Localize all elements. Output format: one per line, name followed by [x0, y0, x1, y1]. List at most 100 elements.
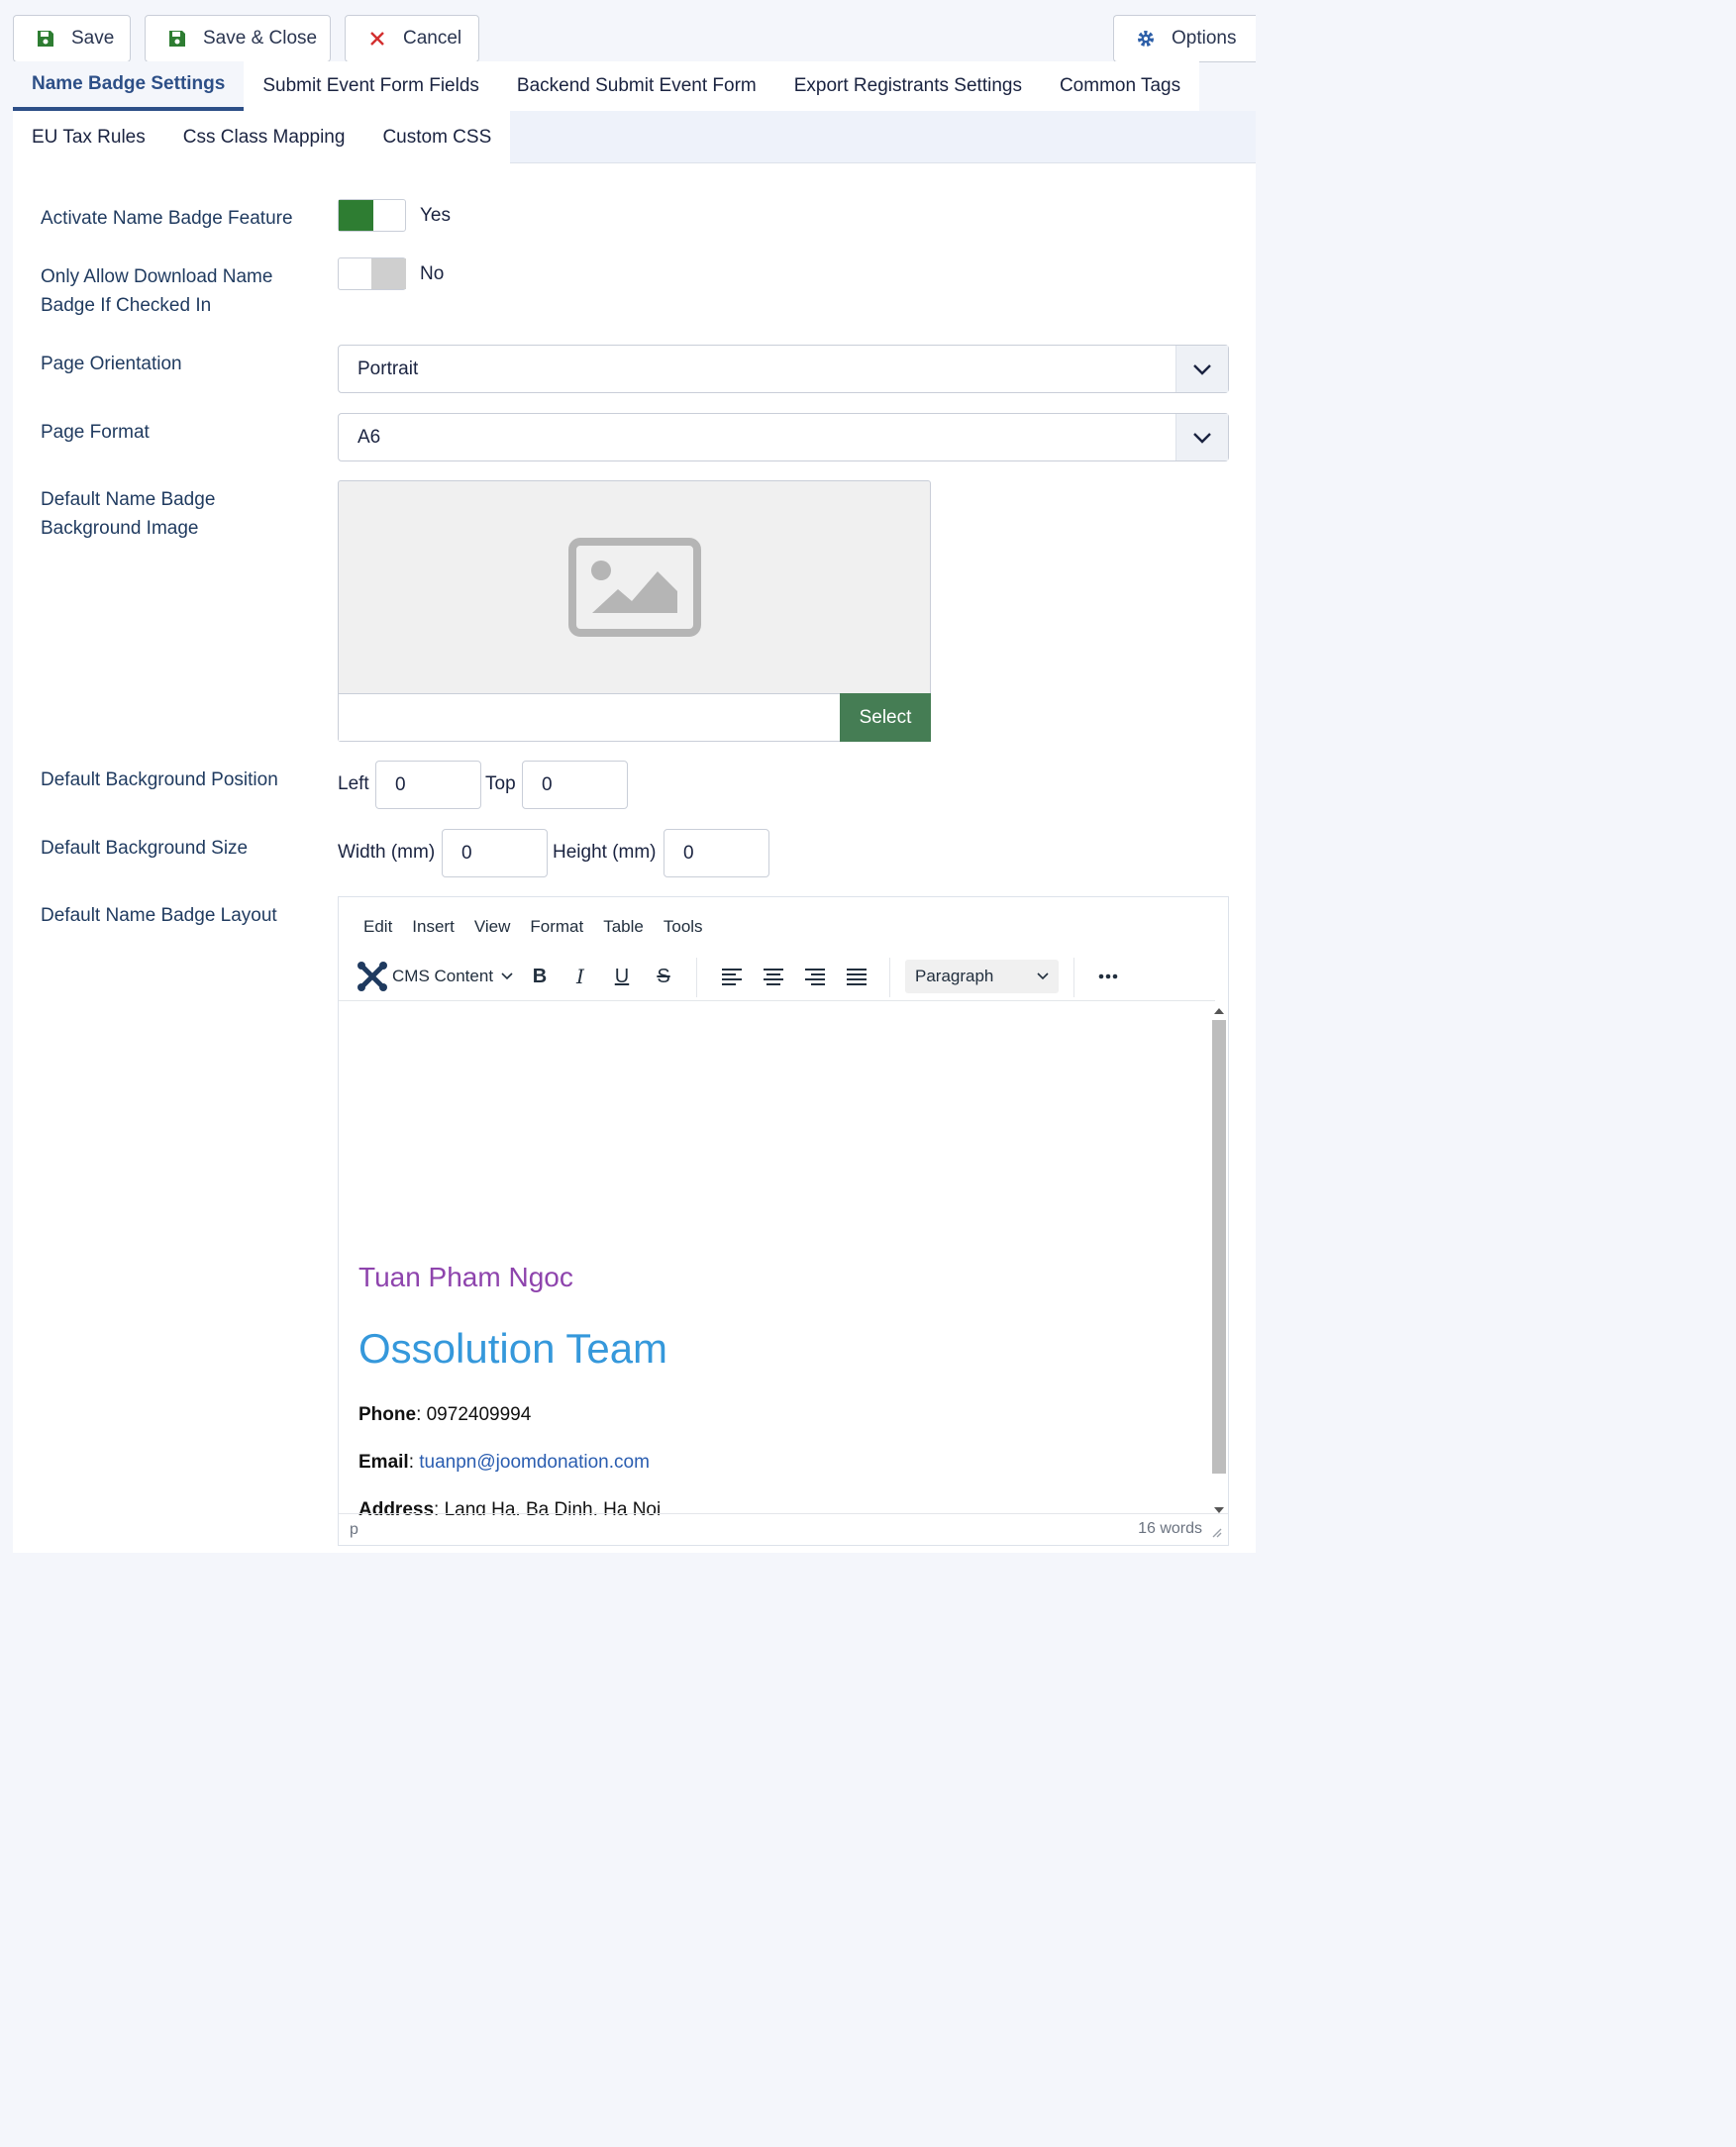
- only-allow-toggle[interactable]: [338, 257, 406, 290]
- tab-submit-event-form-fields[interactable]: Submit Event Form Fields: [244, 61, 498, 111]
- only-allow-label: Only Allow Download Name Badge If Checke…: [41, 262, 272, 320]
- save-label: Save: [71, 28, 115, 49]
- tab-eu-tax-rules[interactable]: EU Tax Rules: [13, 111, 164, 163]
- editor-menubar: Edit Insert View Format Table Tools: [363, 917, 723, 937]
- only-allow-label-line1: Only Allow Download Name: [41, 266, 273, 287]
- email-label: Email: [358, 1452, 409, 1473]
- top-input[interactable]: 0: [522, 761, 628, 809]
- toolbar-separator: [1073, 958, 1074, 997]
- tab-css-class-mapping[interactable]: Css Class Mapping: [163, 111, 364, 163]
- align-justify-icon: [847, 969, 867, 985]
- badge-name: Tuan Pham Ngoc: [358, 1262, 573, 1292]
- more-icon: [1098, 973, 1118, 979]
- bold-icon: B: [532, 965, 548, 987]
- tab-custom-css[interactable]: Custom CSS: [363, 111, 511, 163]
- align-left-icon: [722, 969, 742, 985]
- height-label: Height (mm): [553, 842, 657, 863]
- menu-tools[interactable]: Tools: [664, 917, 703, 937]
- save-close-label: Save & Close: [203, 28, 318, 49]
- chevron-down-icon: [501, 972, 513, 980]
- activate-toggle[interactable]: [338, 199, 406, 232]
- align-justify-button[interactable]: [842, 952, 871, 1001]
- media-path-input[interactable]: [339, 693, 841, 741]
- orientation-select[interactable]: Portrait: [338, 345, 1229, 393]
- cms-content-dropdown[interactable]: CMS Content: [357, 952, 515, 1001]
- chevron-down-icon: [1175, 414, 1228, 460]
- align-left-button[interactable]: [717, 952, 747, 1001]
- format-label: Page Format: [41, 422, 150, 443]
- strikethrough-icon: S: [657, 965, 670, 987]
- menu-format[interactable]: Format: [530, 917, 583, 937]
- strikethrough-button[interactable]: S: [649, 952, 678, 1001]
- activate-label: Activate Name Badge Feature: [41, 208, 293, 229]
- layout-label: Default Name Badge Layout: [41, 905, 277, 926]
- width-input[interactable]: 0: [442, 829, 548, 877]
- image-placeholder-icon: [568, 538, 701, 637]
- gear-icon: [1138, 31, 1154, 47]
- options-label: Options: [1172, 28, 1237, 49]
- left-input[interactable]: 0: [375, 761, 481, 809]
- more-button[interactable]: [1093, 952, 1123, 1001]
- tab-export-registrants-settings[interactable]: Export Registrants Settings: [774, 61, 1041, 111]
- bold-button[interactable]: B: [525, 952, 555, 1001]
- tabs-row-2: EU Tax Rules Css Class Mapping Custom CS…: [13, 111, 511, 163]
- toolbar-separator: [889, 958, 890, 997]
- bg-position-label: Default Background Position: [41, 769, 278, 790]
- save-close-button[interactable]: Save & Close: [145, 15, 331, 62]
- element-path[interactable]: p: [350, 1521, 358, 1539]
- editor-toolbar: CMS Content B I U S Paragraph: [339, 952, 1215, 1001]
- italic-icon: I: [576, 965, 584, 988]
- block-format-value: Paragraph: [915, 967, 994, 985]
- phone-label: Phone: [358, 1404, 417, 1425]
- menu-view[interactable]: View: [474, 917, 511, 937]
- media-field: Select: [338, 480, 931, 742]
- bg-size-label: Default Background Size: [41, 838, 249, 859]
- align-right-button[interactable]: [800, 952, 830, 1001]
- tab-name-badge-settings[interactable]: Name Badge Settings: [13, 61, 245, 111]
- underline-icon: U: [614, 965, 630, 987]
- email-link[interactable]: tuanpn@joomdonation.com: [419, 1452, 650, 1473]
- rich-text-editor: Edit Insert View Format Table Tools CMS …: [338, 896, 1229, 1546]
- joomla-icon: [357, 962, 387, 991]
- only-allow-label-line2: Badge If Checked In: [41, 295, 212, 316]
- tab-common-tags[interactable]: Common Tags: [1040, 61, 1200, 111]
- bg-image-label-line1: Default Name Badge: [41, 489, 216, 510]
- align-center-button[interactable]: [759, 952, 788, 1001]
- underline-button[interactable]: U: [607, 952, 637, 1001]
- close-icon: [370, 32, 384, 46]
- word-count[interactable]: 16 words: [1138, 1520, 1202, 1538]
- chevron-down-icon: [1037, 972, 1049, 980]
- email-colon: :: [408, 1452, 420, 1473]
- save-button[interactable]: Save: [13, 15, 131, 62]
- select-image-button[interactable]: Select: [840, 693, 931, 742]
- toggle-knob-off: [371, 258, 406, 289]
- chevron-down-icon: [1175, 346, 1228, 392]
- menu-table[interactable]: Table: [603, 917, 644, 937]
- toolbar-separator: [696, 958, 697, 997]
- height-input[interactable]: 0: [664, 829, 769, 877]
- resize-handle-icon[interactable]: [1210, 1526, 1222, 1538]
- scrollbar-thumb[interactable]: [1212, 1020, 1226, 1474]
- tab-backend-submit-event-form[interactable]: Backend Submit Event Form: [497, 61, 775, 111]
- badge-team: Ossolution Team: [358, 1325, 668, 1372]
- save-icon: [38, 31, 53, 47]
- tabs-row-1: Name Badge Settings Submit Event Form Fi…: [13, 61, 1200, 111]
- badge-email-line: Email: tuanpn@joomdonation.com: [358, 1452, 650, 1474]
- save-icon: [169, 31, 185, 47]
- italic-button[interactable]: I: [565, 952, 595, 1001]
- editor-scrollbar[interactable]: [1210, 1006, 1226, 1515]
- cancel-button[interactable]: Cancel: [345, 15, 479, 62]
- align-center-icon: [764, 969, 783, 985]
- width-label: Width (mm): [338, 842, 436, 863]
- block-format-select[interactable]: Paragraph: [905, 960, 1059, 993]
- phone-value: : 0972409994: [416, 1404, 532, 1425]
- orientation-label: Page Orientation: [41, 354, 182, 374]
- options-button[interactable]: Options: [1113, 15, 1256, 62]
- orientation-value: Portrait: [357, 358, 419, 379]
- left-label: Left: [338, 773, 369, 794]
- editor-content[interactable]: Tuan Pham Ngoc Ossolution Team Phone: 09…: [358, 1006, 1210, 1515]
- menu-insert[interactable]: Insert: [412, 917, 455, 937]
- editor-statusbar: p 16 words: [339, 1513, 1228, 1545]
- format-select[interactable]: A6: [338, 413, 1229, 461]
- menu-edit[interactable]: Edit: [363, 917, 392, 937]
